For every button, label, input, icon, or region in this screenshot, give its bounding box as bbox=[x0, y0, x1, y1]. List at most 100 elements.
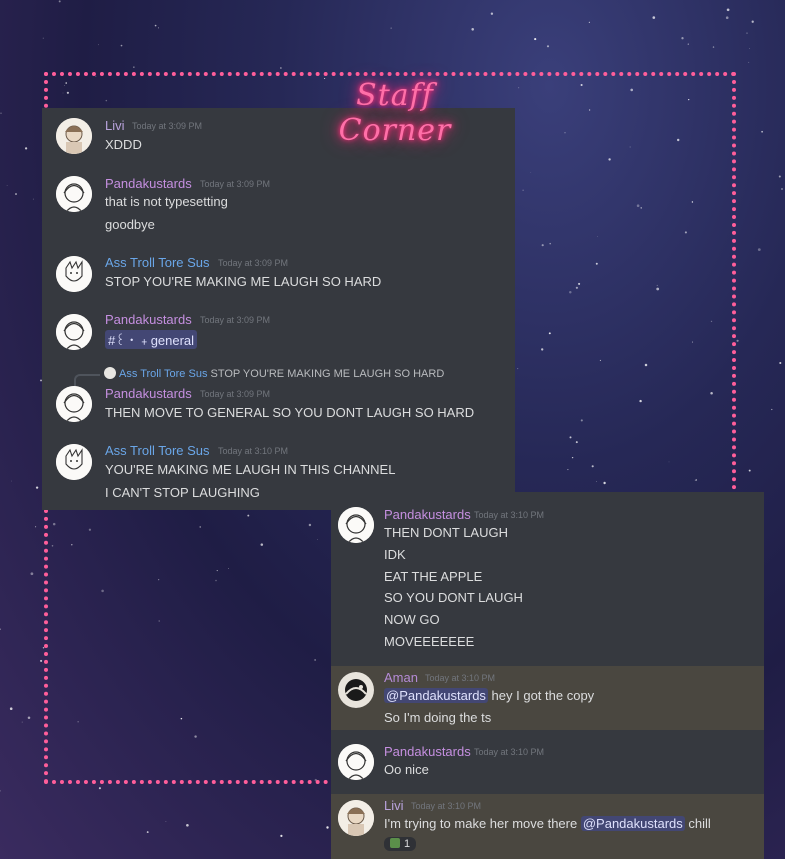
star bbox=[779, 361, 782, 365]
star bbox=[736, 339, 739, 342]
star bbox=[42, 37, 44, 39]
star bbox=[778, 175, 781, 178]
channel-mention[interactable]: #꒰ ･ ﹢general bbox=[105, 330, 198, 349]
star bbox=[165, 821, 167, 823]
star bbox=[146, 831, 149, 834]
star bbox=[30, 572, 34, 576]
user-avatar[interactable] bbox=[338, 507, 374, 543]
timestamp: Today at 3:09 PM bbox=[218, 258, 289, 268]
reply-avatar bbox=[104, 367, 116, 379]
user-avatar[interactable] bbox=[338, 800, 374, 836]
star bbox=[761, 130, 763, 133]
message-text: THEN DONT LAUGH bbox=[384, 525, 508, 540]
star bbox=[27, 716, 31, 719]
message-text: IDK bbox=[384, 547, 406, 562]
star bbox=[11, 480, 12, 482]
author-name[interactable]: Livi bbox=[384, 798, 404, 813]
star bbox=[546, 45, 550, 48]
author-name[interactable]: Ass Troll Tore Sus bbox=[105, 443, 210, 458]
star bbox=[588, 21, 591, 24]
reply-preview[interactable]: Ass Troll Tore Sus STOP YOU'RE MAKING ME… bbox=[104, 367, 444, 380]
message: Pandakustards Today at 3:09 PM that is n… bbox=[42, 166, 515, 246]
star bbox=[98, 787, 101, 790]
star bbox=[40, 659, 43, 662]
timestamp: Today at 3:10 PM bbox=[474, 747, 545, 757]
message-text: NOW GO bbox=[384, 612, 440, 627]
message-highlighted: Livi Today at 3:10 PM I'm trying to make… bbox=[331, 794, 764, 859]
star bbox=[0, 790, 1, 792]
star bbox=[748, 61, 750, 63]
star bbox=[757, 248, 761, 251]
message-text: So I'm doing the ts bbox=[384, 710, 492, 725]
message-highlighted: Aman Today at 3:10 PM @Pandakustards hey… bbox=[331, 666, 764, 730]
chat-panel-top: Livi Today at 3:09 PM XDDD Pandakustards… bbox=[42, 108, 515, 510]
message-text: I'm trying to make her move there bbox=[384, 816, 578, 831]
message: Ass Troll Tore Sus Today at 3:09 PM STOP… bbox=[42, 246, 515, 304]
star bbox=[652, 16, 656, 19]
author-name[interactable]: Pandakustards bbox=[105, 386, 192, 401]
message-text: XDDD bbox=[105, 137, 142, 152]
reply-text: STOP YOU'RE MAKING ME LAUGH SO HARD bbox=[210, 368, 445, 380]
message-content: #꒰ ･ ﹢general bbox=[105, 330, 198, 349]
message: Pandakustards Today at 3:09 PM #꒰ ･ ﹢gen… bbox=[42, 304, 515, 364]
author-name[interactable]: Ass Troll Tore Sus bbox=[105, 255, 210, 270]
message-text: hey I got the copy bbox=[491, 688, 595, 703]
author-name[interactable]: Pandakustards bbox=[384, 507, 471, 522]
star bbox=[21, 721, 23, 723]
timestamp: Today at 3:09 PM bbox=[200, 179, 271, 189]
star bbox=[751, 20, 754, 23]
user-avatar[interactable] bbox=[56, 176, 92, 212]
star bbox=[725, 16, 729, 20]
star bbox=[746, 32, 748, 34]
star bbox=[749, 48, 750, 49]
star bbox=[6, 184, 8, 186]
user-mention[interactable]: @Pandakustards bbox=[580, 816, 685, 831]
message-text: goodbye bbox=[105, 217, 155, 232]
user-avatar[interactable] bbox=[56, 386, 92, 422]
author-name[interactable]: Livi bbox=[105, 118, 125, 133]
star bbox=[748, 469, 751, 472]
message-text: that is not typesetting bbox=[105, 194, 228, 209]
author-name[interactable]: Aman bbox=[384, 670, 418, 685]
message-content: I'm trying to make her move there @Panda… bbox=[384, 816, 711, 831]
star bbox=[0, 112, 2, 114]
author-name[interactable]: Pandakustards bbox=[384, 744, 471, 759]
timestamp: Today at 3:10 PM bbox=[411, 801, 482, 811]
star bbox=[35, 526, 37, 528]
message-text: I CAN'T STOP LAUGHING bbox=[105, 485, 260, 500]
user-avatar[interactable] bbox=[56, 256, 92, 292]
user-avatar[interactable] bbox=[338, 672, 374, 708]
reaction-button[interactable]: 1 bbox=[384, 837, 417, 851]
message-text: chill bbox=[688, 816, 711, 831]
timestamp: Today at 3:10 PM bbox=[425, 673, 496, 683]
user-avatar[interactable] bbox=[56, 118, 92, 154]
user-avatar[interactable] bbox=[338, 744, 374, 780]
author-name[interactable]: Pandakustards bbox=[105, 312, 192, 327]
message-text: SO YOU DONT LAUGH bbox=[384, 590, 523, 605]
message-text: Oo nice bbox=[384, 762, 429, 777]
star bbox=[120, 44, 123, 47]
plant-emoji-icon bbox=[390, 838, 400, 848]
author-name[interactable]: Pandakustards bbox=[105, 176, 192, 191]
star bbox=[0, 628, 1, 630]
timestamp: Today at 3:09 PM bbox=[200, 315, 271, 325]
star bbox=[490, 12, 494, 15]
staff-corner-title: Staff Corner bbox=[338, 78, 452, 148]
star bbox=[326, 826, 329, 829]
star bbox=[781, 188, 783, 190]
user-avatar[interactable] bbox=[56, 444, 92, 480]
reply-connector bbox=[74, 374, 100, 386]
message-content: @Pandakustards hey I got the copy bbox=[384, 688, 594, 703]
star bbox=[712, 46, 715, 48]
star bbox=[32, 198, 34, 200]
star bbox=[9, 707, 13, 710]
star bbox=[154, 24, 157, 27]
star bbox=[280, 834, 283, 838]
user-mention[interactable]: @Pandakustards bbox=[384, 688, 488, 703]
reaction-count: 1 bbox=[404, 838, 411, 850]
star bbox=[771, 408, 773, 411]
user-avatar[interactable] bbox=[56, 314, 92, 350]
star bbox=[471, 28, 474, 31]
star bbox=[35, 486, 39, 489]
star bbox=[687, 43, 689, 45]
